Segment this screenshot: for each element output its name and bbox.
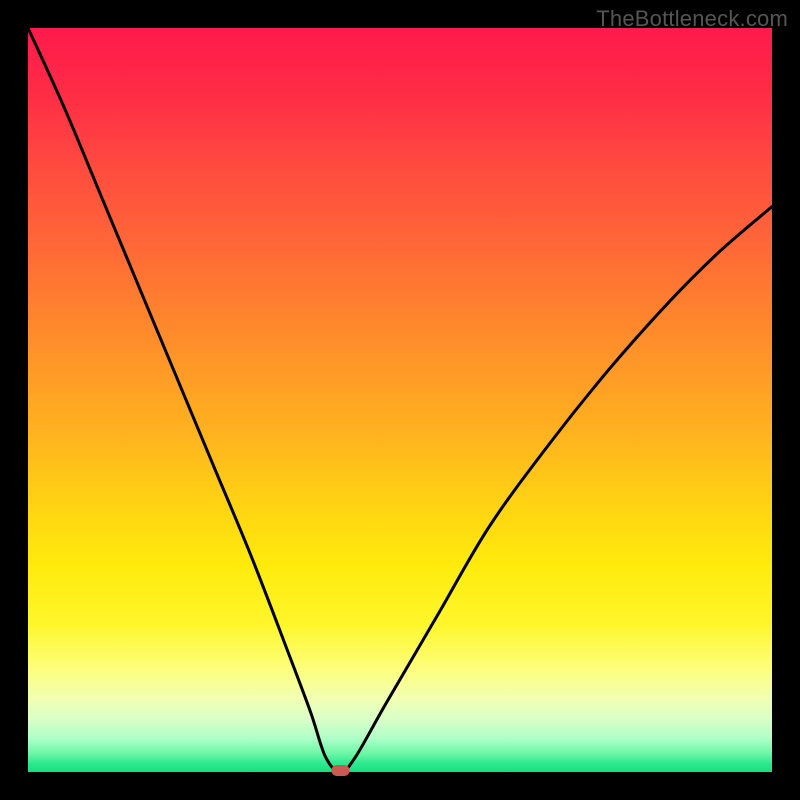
watermark-text: TheBottleneck.com	[596, 6, 788, 32]
plot-area	[28, 28, 772, 772]
curve-layer	[28, 28, 772, 772]
chart-frame: TheBottleneck.com	[0, 0, 800, 800]
bottleneck-curve	[28, 28, 772, 772]
minimum-marker	[332, 765, 350, 776]
